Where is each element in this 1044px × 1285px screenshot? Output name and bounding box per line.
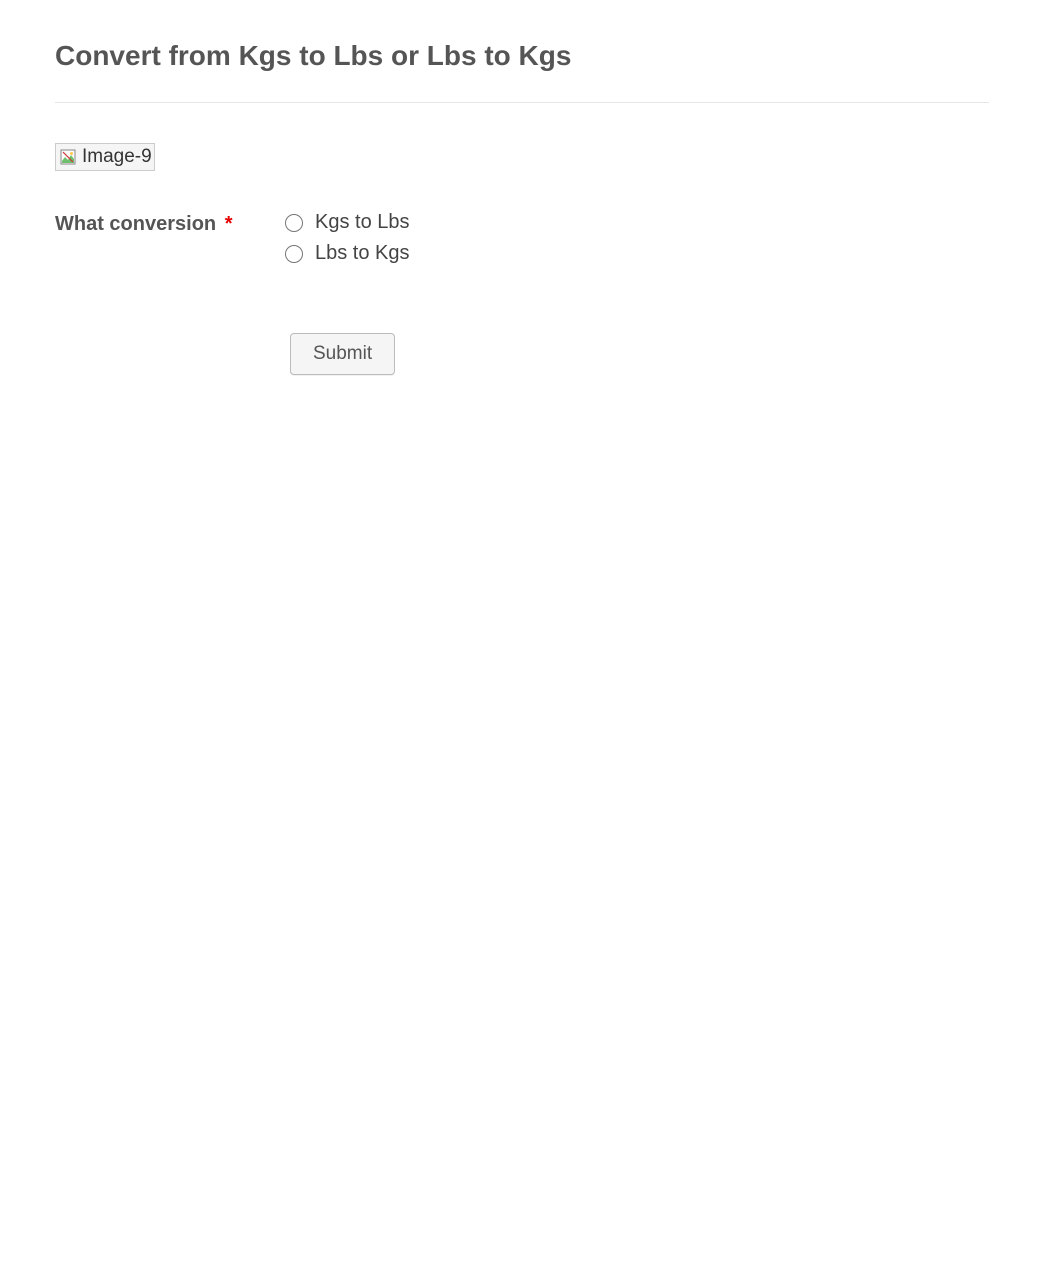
image-placeholder: Image-9 bbox=[55, 143, 155, 171]
radio-label-kgs-to-lbs[interactable]: Kgs to Lbs bbox=[315, 211, 410, 234]
radio-kgs-to-lbs[interactable] bbox=[285, 214, 303, 232]
question-label: What conversion * bbox=[55, 211, 265, 237]
broken-image-icon bbox=[58, 147, 78, 167]
radio-option-kgs-to-lbs: Kgs to Lbs bbox=[285, 211, 989, 234]
options-column: Kgs to Lbs Lbs to Kgs bbox=[285, 211, 989, 273]
submit-button[interactable]: Submit bbox=[290, 333, 395, 375]
question-label-text: What conversion bbox=[55, 213, 216, 235]
required-asterisk: * bbox=[225, 213, 233, 235]
question-label-column: What conversion * bbox=[55, 211, 285, 237]
radio-label-lbs-to-kgs[interactable]: Lbs to Kgs bbox=[315, 242, 410, 265]
header-divider bbox=[55, 102, 989, 103]
image-alt-text: Image-9 bbox=[82, 146, 152, 168]
radio-option-lbs-to-kgs: Lbs to Kgs bbox=[285, 242, 989, 265]
page-title: Convert from Kgs to Lbs or Lbs to Kgs bbox=[55, 40, 989, 72]
conversion-question-row: What conversion * Kgs to Lbs Lbs to Kgs bbox=[55, 211, 989, 273]
submit-row: Submit bbox=[55, 333, 989, 375]
radio-lbs-to-kgs[interactable] bbox=[285, 245, 303, 263]
